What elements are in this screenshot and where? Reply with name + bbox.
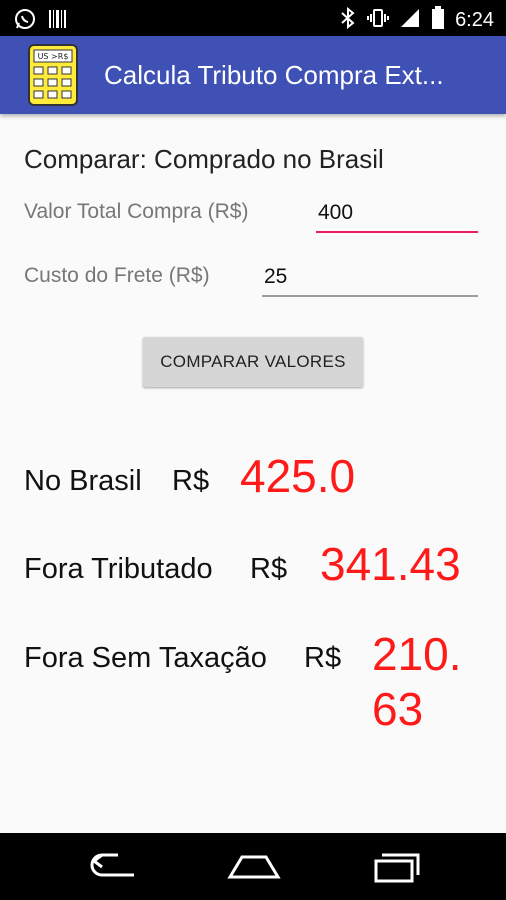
svg-text:US >R$: US >R$ — [38, 52, 69, 61]
valor-total-input[interactable] — [316, 198, 480, 228]
barcode-icon — [48, 8, 68, 34]
valor-total-underline — [316, 231, 478, 233]
custo-frete-label: Custo do Frete (R$) — [24, 264, 210, 287]
fora-sem-taxacao-currency: R$ — [304, 642, 342, 674]
home-icon[interactable] — [226, 851, 282, 885]
app-title: Calcula Tributo Compra Ext... — [104, 60, 444, 90]
custo-frete-input[interactable] — [262, 262, 480, 292]
fora-sem-taxacao-value-line1: 210. — [372, 628, 462, 680]
valor-total-label: Valor Total Compra (R$) — [24, 200, 249, 223]
custo-frete-underline — [262, 295, 478, 297]
status-bar: 6:24 — [0, 0, 506, 36]
app-bar: US >R$ Calcula Tributo Compra Ext... — [0, 36, 506, 114]
calculator-app-icon: US >R$ — [28, 44, 78, 106]
recents-icon[interactable] — [372, 851, 420, 887]
fora-sem-taxacao-label: Fora Sem Taxação — [24, 642, 267, 674]
whatsapp-icon — [14, 8, 36, 34]
fora-tributado-currency: R$ — [250, 553, 288, 585]
fora-tributado-label: Fora Tributado — [24, 553, 213, 585]
no-brasil-currency: R$ — [172, 465, 210, 497]
signal-icon — [399, 7, 421, 33]
fora-tributado-value: 341.43 — [320, 538, 461, 590]
bluetooth-icon — [339, 6, 357, 33]
comparar-valores-button[interactable]: COMPARAR VALORES — [143, 337, 363, 387]
section-heading: Comparar: Comprado no Brasil — [24, 144, 384, 174]
navigation-bar — [0, 833, 506, 900]
no-brasil-label: No Brasil — [24, 465, 142, 497]
vibrate-icon — [367, 7, 390, 33]
clock: 6:24 — [455, 8, 494, 31]
battery-icon — [431, 6, 445, 34]
no-brasil-value: 425.0 — [240, 450, 356, 502]
back-icon[interactable] — [88, 851, 138, 885]
fora-sem-taxacao-value-line2: 63 — [372, 683, 424, 735]
